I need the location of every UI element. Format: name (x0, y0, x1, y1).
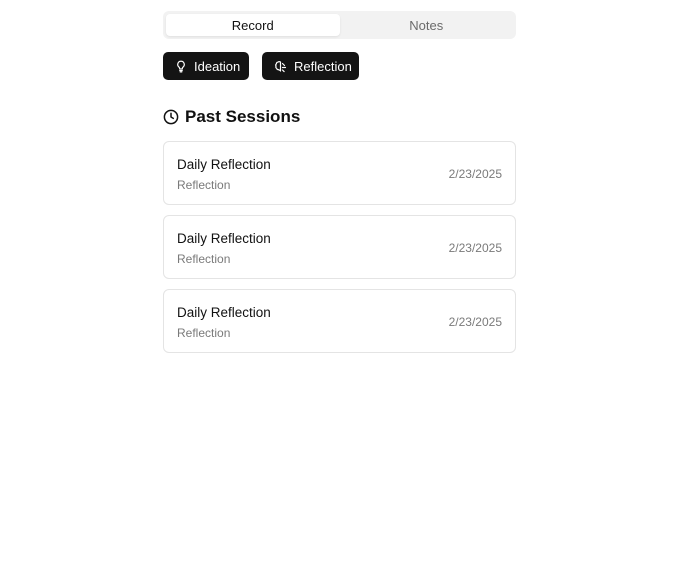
session-card[interactable]: Daily Reflection Reflection 2/23/2025 (163, 215, 516, 279)
tab-record[interactable]: Record (166, 14, 340, 36)
session-title: Daily Reflection (177, 231, 271, 246)
session-list: Daily Reflection Reflection 2/23/2025 Da… (163, 141, 516, 353)
session-card[interactable]: Daily Reflection Reflection 2/23/2025 (163, 289, 516, 353)
tab-notes[interactable]: Notes (340, 14, 514, 36)
session-type: Reflection (177, 252, 231, 266)
clock-icon (163, 109, 179, 125)
page-title: Past Sessions (185, 107, 301, 126)
mode-buttons: Ideation Reflection (163, 52, 516, 80)
session-title: Daily Reflection (177, 157, 271, 172)
reflection-label: Reflection (294, 58, 352, 74)
reflection-button[interactable]: Reflection (262, 52, 359, 80)
tab-bar: Record Notes (163, 11, 516, 39)
past-sessions-heading: Past Sessions (163, 106, 516, 128)
session-type: Reflection (177, 326, 231, 340)
ideation-label: Ideation (194, 58, 241, 74)
session-date: 2/23/2025 (448, 167, 502, 181)
session-date: 2/23/2025 (448, 315, 502, 329)
ideation-button[interactable]: Ideation (163, 52, 249, 80)
session-card[interactable]: Daily Reflection Reflection 2/23/2025 (163, 141, 516, 205)
session-title: Daily Reflection (177, 305, 271, 320)
session-type: Reflection (177, 178, 231, 192)
lightbulb-icon (175, 59, 187, 73)
brain-icon (274, 59, 287, 73)
main-panel: Record Notes Ideation Reflection Past Se… (163, 11, 516, 353)
session-date: 2/23/2025 (448, 241, 502, 255)
